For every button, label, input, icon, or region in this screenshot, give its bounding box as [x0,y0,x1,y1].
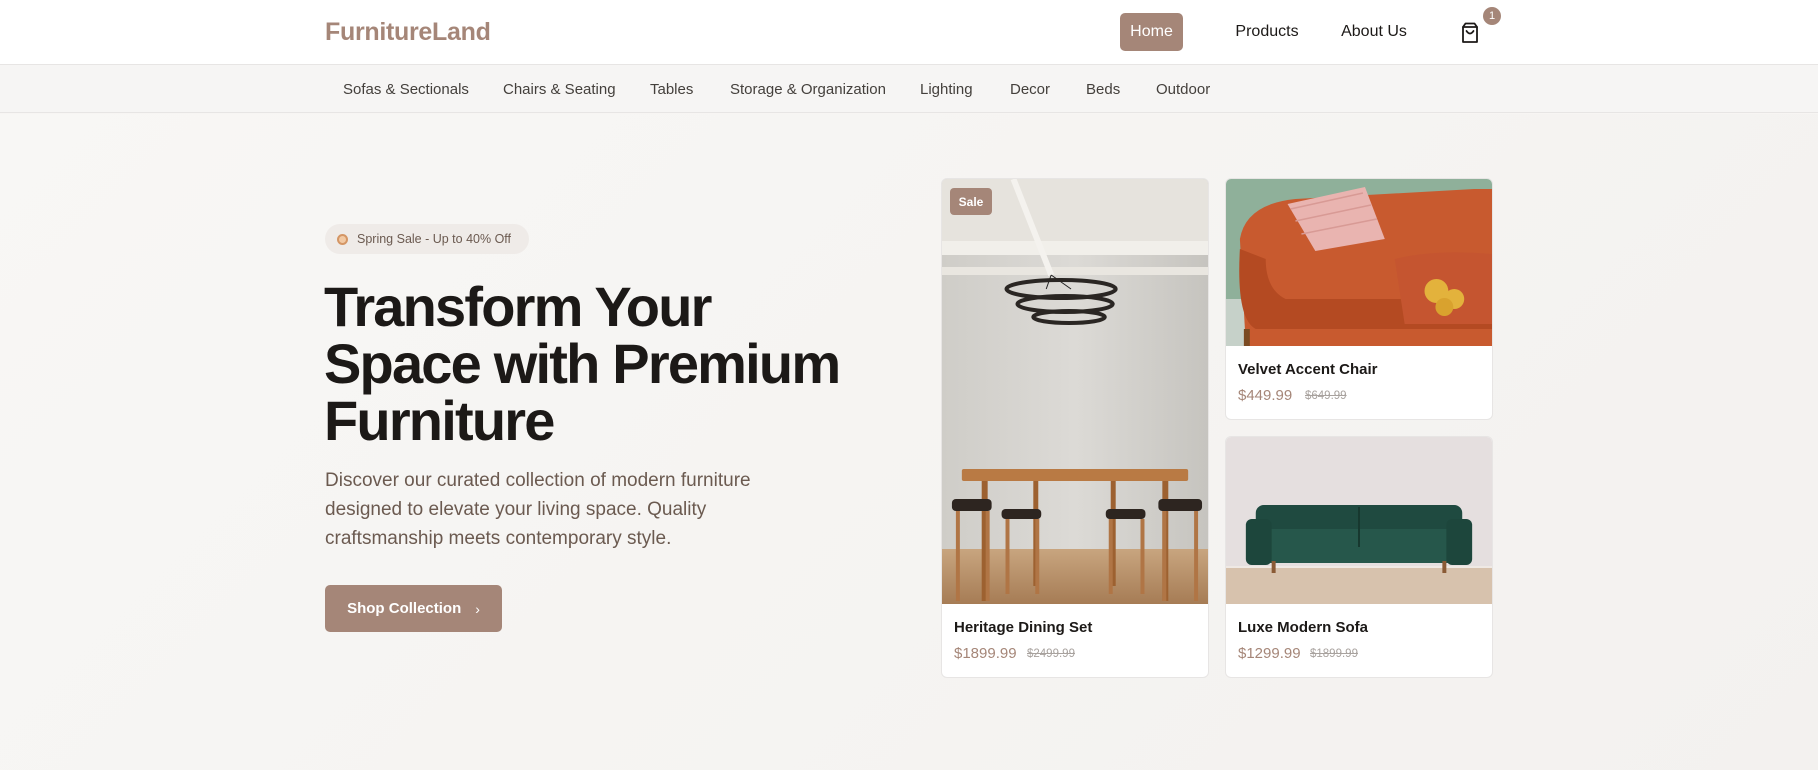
product-image-accent-chair[interactable] [1226,179,1492,346]
product-name[interactable]: Velvet Accent Chair [1238,361,1378,378]
nav-home-link[interactable]: Home [1120,13,1183,51]
product-name[interactable]: Heritage Dining Set [954,619,1092,636]
sale-badge-text: Spring Sale - Up to 40% Off [357,232,512,246]
chevron-right-icon: › [475,600,480,617]
sale-tag: Sale [950,188,992,215]
product-card-modern-sofa[interactable]: Luxe Modern Sofa $1299.99 $1899.99 [1225,436,1493,678]
sale-badge: Spring Sale - Up to 40% Off [325,224,529,254]
product-price: $1899.99 [954,645,1017,662]
product-price: $449.99 [1238,387,1293,404]
cart-count-badge: 1 [1483,7,1501,25]
hero-subtitle: Discover our curated collection of moder… [325,470,751,549]
product-name[interactable]: Luxe Modern Sofa [1238,619,1368,636]
product-image-modern-sofa[interactable] [1226,437,1492,604]
product-price: $1299.99 [1238,645,1301,662]
category-bar: Sofas & Sectionals Chairs & Seating Tabl… [0,65,1818,113]
sale-dot-icon [337,233,348,245]
category-sofas[interactable]: Sofas & Sectionals [343,65,469,113]
shop-collection-button[interactable]: Shop Collection › [325,585,502,632]
cart-button[interactable] [1456,19,1484,47]
category-storage[interactable]: Storage & Organization [730,65,886,113]
product-old-price: $649.99 [1305,390,1347,402]
product-card-dining-set[interactable]: Sale Heritage Dining Set $1899.99 $2499.… [941,178,1209,678]
category-beds[interactable]: Beds [1086,65,1120,113]
hero-title: Transform Your Space with Premium Furnit… [324,275,841,452]
product-image-dining-set[interactable] [942,179,1208,604]
product-old-price: $2499.99 [1027,648,1075,660]
shopping-bag-icon [1462,22,1478,43]
category-decor[interactable]: Decor [1010,65,1050,113]
nav-about-link[interactable]: About Us [1334,13,1414,51]
category-chairs[interactable]: Chairs & Seating [503,65,616,113]
product-old-price: $1899.99 [1310,648,1358,660]
category-tables[interactable]: Tables [650,65,693,113]
category-outdoor[interactable]: Outdoor [1156,65,1210,113]
site-logo[interactable]: FurnitureLand [325,18,491,47]
site-header: FurnitureLand Home Products About Us 1 [0,0,1818,65]
category-lighting[interactable]: Lighting [920,65,973,113]
shop-collection-label: Shop Collection [347,600,462,617]
hero-section [0,114,1818,770]
product-card-accent-chair[interactable]: Velvet Accent Chair $449.99 $649.99 [1225,178,1493,420]
nav-products-link[interactable]: Products [1219,13,1315,51]
